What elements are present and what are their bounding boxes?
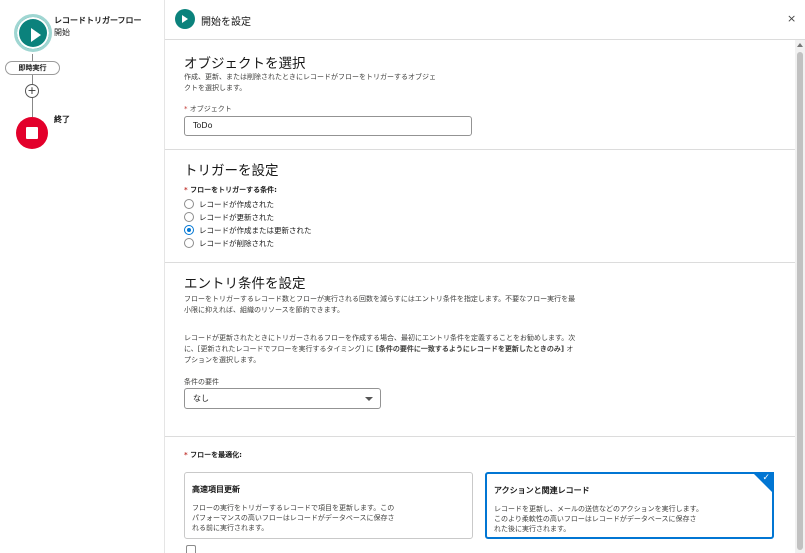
scroll-up-icon[interactable] — [797, 43, 803, 47]
start-node-subtitle: 開始 — [54, 28, 70, 37]
divider — [165, 149, 795, 150]
radio-label: レコードが更新された — [199, 212, 274, 222]
start-icon — [175, 9, 195, 29]
select-value: なし — [193, 394, 209, 403]
entry-section-desc: フローをトリガーするレコード数とフローが実行される回数を減らすにはエントリ条件を… — [184, 294, 575, 316]
radio-label: レコードが削除された — [199, 238, 274, 248]
desc-text: に、[更新されたレコードでフローを実行するタイミング] に — [184, 345, 376, 353]
add-element-button[interactable]: + — [25, 84, 39, 98]
card-desc: レコードを更新し、メールの送信などのアクションを実行します。 このより柔軟性の高… — [494, 504, 768, 534]
desc-line: このより柔軟性の高いフローはレコードがデータベースに保存さ — [494, 515, 697, 523]
desc-line: 作成、更新、または削除されたときにレコードがフローをトリガーするオブジェ — [184, 73, 436, 81]
desc-line: フローの実行をトリガーするレコードで項目を更新します。この — [192, 504, 395, 512]
radio-button-selected[interactable] — [184, 225, 194, 235]
radio-label: レコードが作成された — [199, 199, 274, 209]
radio-deleted[interactable]: レコードが削除された — [184, 237, 274, 249]
condition-requirements-label: 条件の要件 — [184, 378, 219, 386]
card-title: アクションと関連レコード — [494, 486, 590, 495]
start-node[interactable] — [14, 14, 52, 52]
entry-section-title: エントリ条件を設定 — [184, 276, 306, 292]
radio-updated[interactable]: レコードが更新された — [184, 211, 274, 223]
scrollbar-thumb[interactable] — [797, 52, 803, 550]
divider — [165, 262, 795, 263]
object-input[interactable]: ToDo — [184, 116, 472, 136]
entry-section-note: レコードが更新されたときにトリガーされるフローを作成する場合、最初にエントリ条件… — [184, 333, 575, 366]
actions-related-records-card[interactable]: ✓ アクションと関連レコード レコードを更新し、メールの送信などのアクションを実… — [485, 472, 774, 539]
desc-text: オ — [564, 345, 574, 353]
fast-field-updates-card[interactable]: 高速項目更新 フローの実行をトリガーするレコードで項目を更新します。この パフォ… — [184, 472, 473, 539]
radio-label: レコードが作成または更新された — [199, 225, 312, 235]
desc-line: クトを選択します。 — [184, 84, 247, 92]
desc-line: れた後に実行されます。 — [494, 525, 571, 533]
desc-line: フローをトリガーするレコード数とフローが実行される回数を減らすにはエントリ条件を… — [184, 295, 576, 303]
radio-button[interactable] — [184, 199, 194, 209]
flow-canvas: レコードトリガーフロー 開始 即時実行 + 終了 — [0, 0, 165, 553]
desc-bold-text: [条件の要件に一致するようにレコードを更新したときのみ] — [375, 345, 565, 353]
divider — [165, 436, 795, 437]
start-node-title: レコードトリガーフロー — [54, 16, 142, 25]
desc-line: に、[更新されたレコードでフローを実行するタイミング] に [条件の要件に一致す… — [184, 344, 575, 355]
desc-line: れる前に実行されます。 — [192, 523, 466, 533]
desc-line: パフォーマンスの高いフローはレコードがデータベースに保存さ — [192, 514, 395, 522]
desc-text: れる前に実行されます。 — [192, 524, 269, 532]
object-field-label-text: オブジェクト — [189, 105, 232, 113]
desc-line: プションを選択します。 — [184, 356, 261, 364]
optimize-field-label-text: フローを最適化: — [190, 451, 242, 459]
trigger-section-title: トリガーを設定 — [184, 163, 279, 179]
play-icon — [182, 15, 188, 23]
optimize-field-label: * フローを最適化: — [184, 450, 242, 460]
close-icon[interactable]: × — [787, 12, 796, 25]
object-field-label: * オブジェクト — [184, 104, 232, 114]
chevron-down-icon — [365, 397, 373, 401]
desc-line: 小限に抑えれば、組織のリソースを節約できます。 — [184, 306, 344, 314]
end-node[interactable] — [16, 117, 48, 149]
radio-created-or-updated[interactable]: レコードが作成または更新された — [184, 224, 312, 236]
radio-created[interactable]: レコードが作成された — [184, 198, 274, 210]
radio-button[interactable] — [184, 238, 194, 248]
stop-icon — [26, 127, 38, 139]
object-section-title: オブジェクトを選択 — [184, 56, 306, 72]
option-checkbox[interactable] — [186, 545, 196, 553]
play-icon — [31, 28, 41, 42]
configure-start-panel: 開始を設定 × オブジェクトを選択 作成、更新、または削除されたときにレコードが… — [165, 0, 805, 553]
panel-scrollbar[interactable] — [795, 40, 805, 553]
panel-title: 開始を設定 — [201, 17, 251, 28]
trigger-field-label: * フローをトリガーする条件: — [184, 185, 277, 195]
check-icon: ✓ — [762, 473, 770, 483]
radio-button[interactable] — [184, 212, 194, 222]
card-title: 高速項目更新 — [192, 485, 240, 494]
condition-requirements-select[interactable]: なし — [184, 388, 381, 409]
desc-line: レコードが更新されたときにトリガーされるフローを作成する場合、最初にエントリ条件… — [184, 334, 576, 342]
desc-line: レコードを更新し、メールの送信などのアクションを実行します。 — [494, 505, 703, 513]
panel-header: 開始を設定 × — [165, 0, 805, 40]
card-desc: フローの実行をトリガーするレコードで項目を更新します。この パフォーマンスの高い… — [192, 503, 466, 533]
end-node-label: 終了 — [54, 115, 70, 124]
object-section-desc: 作成、更新、または削除されたときにレコードがフローをトリガーするオブジェ クトを… — [184, 72, 436, 94]
trigger-field-label-text: フローをトリガーする条件: — [190, 186, 277, 194]
run-immediately-pill[interactable]: 即時実行 — [5, 61, 60, 75]
